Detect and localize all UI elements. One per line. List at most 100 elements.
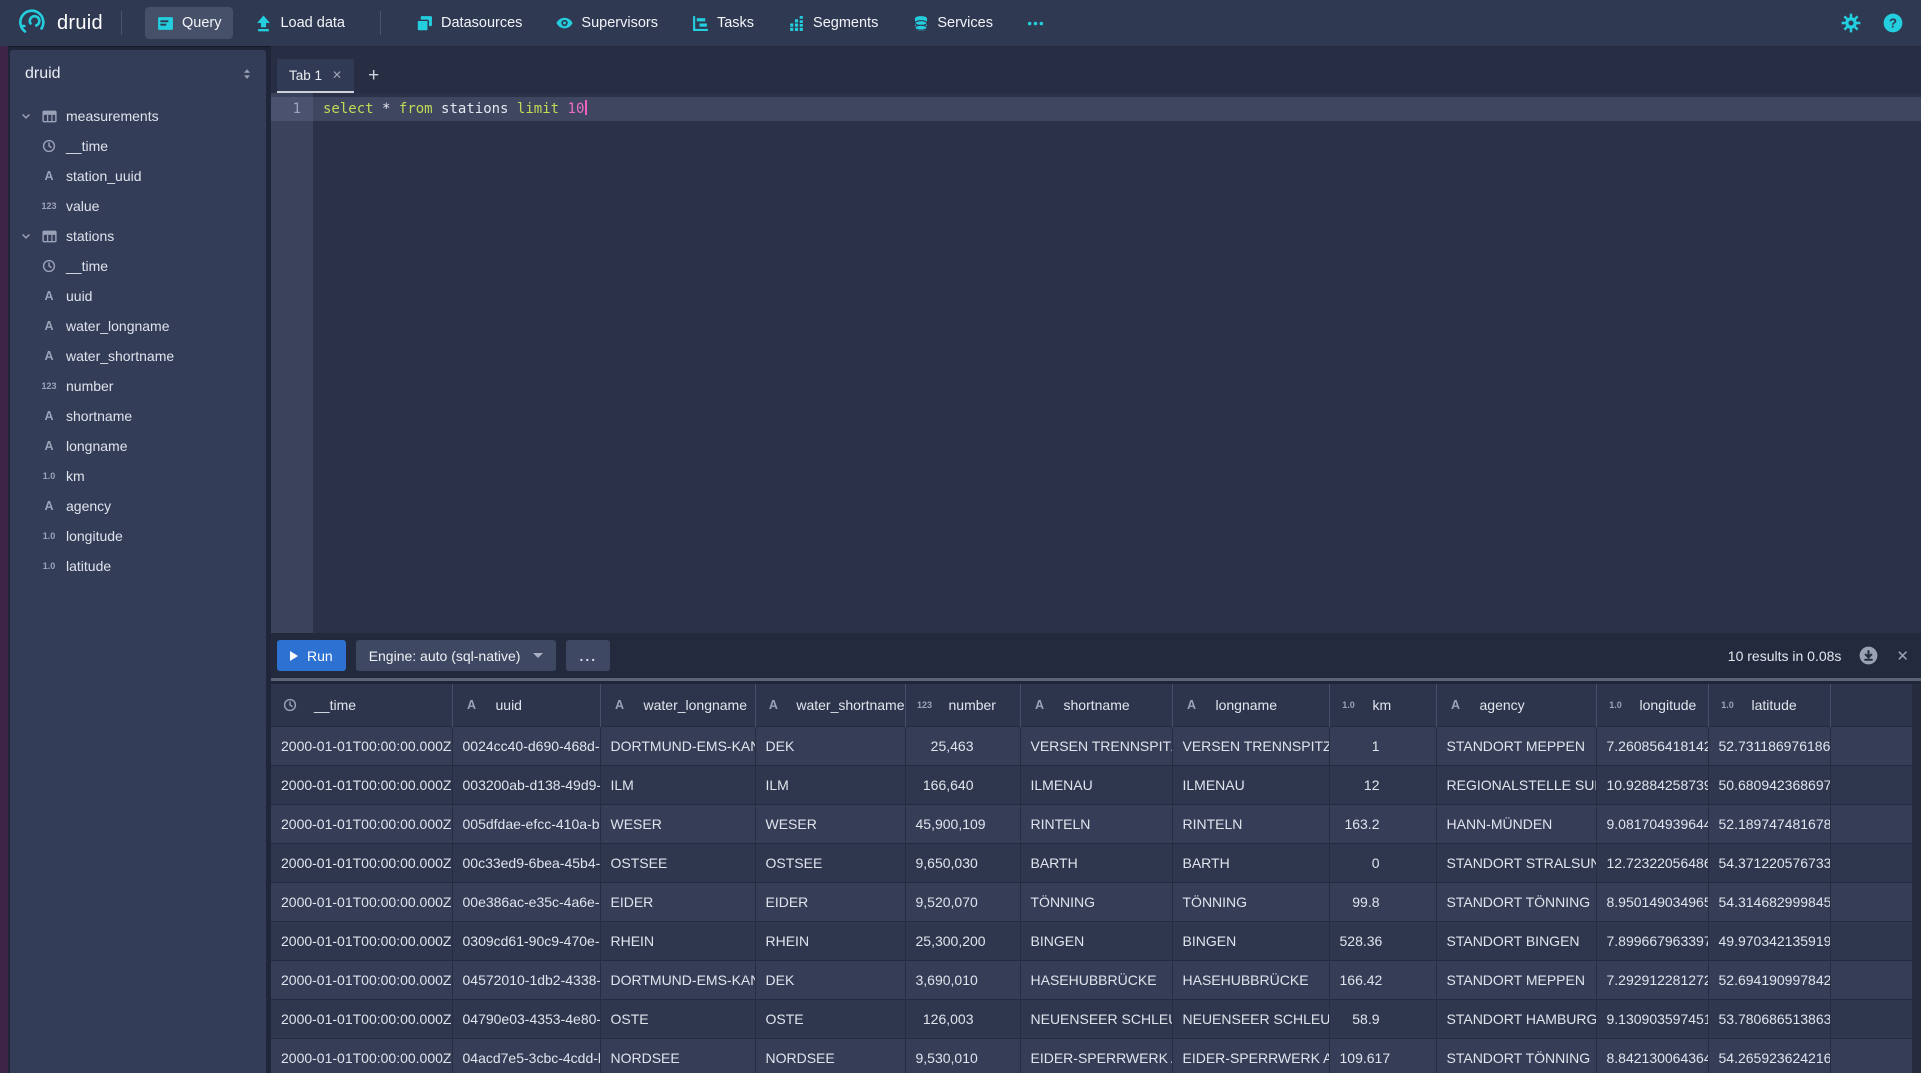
table-cell[interactable]: 54.265923624216 (1708, 1038, 1830, 1073)
query-more-button[interactable]: ... (566, 640, 610, 671)
table-cell[interactable]: 9,520,070 (905, 882, 1020, 921)
table-cell[interactable]: RHEIN (755, 921, 905, 960)
tree-column-longitude[interactable]: 1.0longitude (10, 521, 266, 551)
table-cell[interactable]: DORTMUND-EMS-KANAL (600, 960, 755, 999)
nav-item-segments[interactable]: Segments (776, 7, 890, 39)
table-cell[interactable]: 49.970342135919 (1708, 921, 1830, 960)
nav-item-load-data[interactable]: Load data (243, 7, 357, 39)
table-cell[interactable]: 0 (1329, 843, 1436, 882)
table-cell[interactable]: STANDORT STRALSUN (1436, 843, 1596, 882)
table-cell[interactable]: STANDORT TÖNNING (1436, 1038, 1596, 1073)
table-cell[interactable]: RINTELN (1020, 804, 1172, 843)
column-header-water_shortname[interactable]: Awater_shortname (755, 684, 905, 726)
table-cell[interactable]: EIDER-SPERRWERK AP (1172, 1038, 1329, 1073)
table-cell[interactable]: 53.780686513863 (1708, 999, 1830, 1038)
table-cell[interactable]: 9,650,030 (905, 843, 1020, 882)
tree-table-stations[interactable]: stations (10, 221, 266, 251)
table-cell[interactable]: 12.723220564867 (1596, 843, 1708, 882)
column-header-empty[interactable] (1830, 684, 1912, 726)
table-cell[interactable]: 7.2929122812727 (1596, 960, 1708, 999)
table-cell[interactable]: DEK (755, 960, 905, 999)
tree-column-value[interactable]: 123value (10, 191, 266, 221)
table-cell[interactable]: 58.9 (1329, 999, 1436, 1038)
double-caret-vertical-icon[interactable] (240, 66, 254, 87)
nav-item-datasources[interactable]: Datasources (404, 7, 534, 39)
table-cell[interactable]: 00e386ac-e35c-4a6e- (452, 882, 600, 921)
nav-item-services[interactable]: Services (900, 7, 1005, 39)
table-cell[interactable]: 166,640 (905, 765, 1020, 804)
table-cell[interactable]: 52.731186976186 (1708, 726, 1830, 765)
query-editor[interactable]: 1 select * from stations limit 10 (271, 93, 1921, 633)
table-cell[interactable]: RHEIN (600, 921, 755, 960)
schema-header[interactable]: druid (10, 50, 266, 95)
table-cell[interactable]: 99.8 (1329, 882, 1436, 921)
table-cell[interactable]: 2000-01-01T00:00:00.000Z (271, 1038, 452, 1073)
nav-item-more[interactable] (1015, 7, 1056, 39)
table-cell[interactable]: 005dfdae-efcc-410a-b (452, 804, 600, 843)
table-cell[interactable]: HASEHUBBRÜCKE (1020, 960, 1172, 999)
druid-logo[interactable]: druid (18, 8, 103, 38)
table-cell[interactable]: 04572010-1db2-4338- (452, 960, 600, 999)
table-cell[interactable]: 2000-01-01T00:00:00.000Z (271, 804, 452, 843)
table-cell[interactable]: OSTSEE (755, 843, 905, 882)
table-cell[interactable]: 3,690,010 (905, 960, 1020, 999)
table-cell[interactable]: 0024cc40-d690-468d- (452, 726, 600, 765)
tree-column-agency[interactable]: Aagency (10, 491, 266, 521)
table-cell[interactable]: 7.8996679633971 (1596, 921, 1708, 960)
tree-column-station_uuid[interactable]: Astation_uuid (10, 161, 266, 191)
table-cell[interactable]: EIDER-SPERRWERK AP (1020, 1038, 1172, 1073)
table-cell[interactable]: 04acd7e5-3cbc-4cdd-b (452, 1038, 600, 1073)
tree-column-water_longname[interactable]: Awater_longname (10, 311, 266, 341)
table-cell[interactable]: STANDORT HAMBURG (1436, 999, 1596, 1038)
table-cell[interactable]: 50.680942368697 (1708, 765, 1830, 804)
table-cell[interactable]: 54.371220576733 (1708, 843, 1830, 882)
column-header-shortname[interactable]: Ashortname (1020, 684, 1172, 726)
tab-close-icon[interactable]: ✕ (332, 68, 342, 82)
table-cell[interactable]: BINGEN (1172, 921, 1329, 960)
add-tab-button[interactable]: + (368, 66, 379, 85)
tree-column-__time[interactable]: __time (10, 131, 266, 161)
table-cell[interactable]: ILM (600, 765, 755, 804)
table-cell[interactable]: NORDSEE (600, 1038, 755, 1073)
table-cell[interactable]: WESER (600, 804, 755, 843)
column-header-longname[interactable]: Alongname (1172, 684, 1329, 726)
table-cell[interactable]: NEUENSEER SCHLEUS (1172, 999, 1329, 1038)
column-header-longitude[interactable]: 1.0longitude (1596, 684, 1708, 726)
table-cell[interactable]: 52.694190997842 (1708, 960, 1830, 999)
table-cell[interactable]: 52.189747481678 (1708, 804, 1830, 843)
pane-resizer[interactable] (271, 678, 1921, 681)
column-header-__time[interactable]: __time (271, 684, 452, 726)
table-cell[interactable]: ILM (755, 765, 905, 804)
table-cell[interactable]: 12 (1329, 765, 1436, 804)
table-cell[interactable]: HANN-MÜNDEN (1436, 804, 1596, 843)
table-cell[interactable]: 00c33ed9-6bea-45b4- (452, 843, 600, 882)
table-cell[interactable]: BARTH (1020, 843, 1172, 882)
tree-column-longname[interactable]: Alongname (10, 431, 266, 461)
table-cell[interactable]: 2000-01-01T00:00:00.000Z (271, 882, 452, 921)
column-header-water_longname[interactable]: Awater_longname (600, 684, 755, 726)
table-cell[interactable]: 1 (1329, 726, 1436, 765)
chevron-down-icon[interactable] (18, 230, 34, 242)
table-cell[interactable]: OSTE (755, 999, 905, 1038)
sql-code-line[interactable]: select * from stations limit 10 (313, 97, 1921, 121)
nav-item-tasks[interactable]: Tasks (680, 7, 766, 39)
column-header-km[interactable]: 1.0km (1329, 684, 1436, 726)
table-cell[interactable]: OSTE (600, 999, 755, 1038)
table-cell[interactable]: 10.928842587394 (1596, 765, 1708, 804)
tree-column-__time[interactable]: __time (10, 251, 266, 281)
table-cell[interactable]: 54.314682999845 (1708, 882, 1830, 921)
tree-table-measurements[interactable]: measurements (10, 101, 266, 131)
table-cell[interactable]: EIDER (755, 882, 905, 921)
table-cell[interactable]: STANDORT TÖNNING (1436, 882, 1596, 921)
table-cell[interactable]: NORDSEE (755, 1038, 905, 1073)
engine-select[interactable]: Engine: auto (sql-native) (356, 640, 557, 671)
table-cell[interactable]: 166.42 (1329, 960, 1436, 999)
table-cell[interactable]: 25,463 (905, 726, 1020, 765)
table-cell[interactable]: DORTMUND-EMS-KANAL (600, 726, 755, 765)
column-header-number[interactable]: 123number (905, 684, 1020, 726)
close-results-icon[interactable]: ✕ (1896, 647, 1909, 665)
table-cell[interactable]: VERSEN TRENNSPITZE (1172, 726, 1329, 765)
tree-column-km[interactable]: 1.0km (10, 461, 266, 491)
table-cell[interactable]: EIDER (600, 882, 755, 921)
table-cell[interactable]: 8.9501490349654 (1596, 882, 1708, 921)
